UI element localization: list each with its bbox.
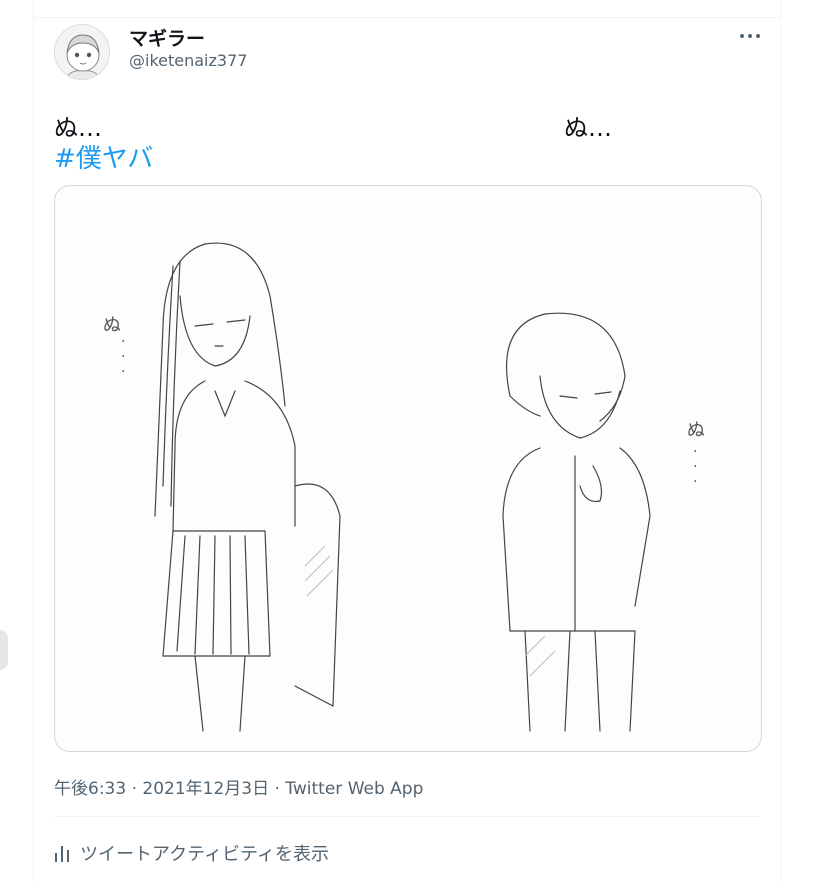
view-activity-label: ツイートアクティビティを表示 xyxy=(80,844,329,865)
divider xyxy=(54,816,760,817)
sketch-illustration: ぬ · · · ぬ · · · xyxy=(103,242,705,732)
avatar-sketch xyxy=(65,34,101,79)
svg-text:·: · xyxy=(693,459,697,475)
tweet-card: マギラー @iketenaiz377 ぬ… ぬ… #僕ヤバ ぬ · · · ぬ … xyxy=(33,0,781,882)
sketch-text-left: ぬ xyxy=(103,315,121,336)
more-horizontal-icon[interactable] xyxy=(738,26,762,46)
svg-text:·: · xyxy=(693,474,697,490)
bar-chart-icon xyxy=(55,846,69,862)
tweet-image[interactable]: ぬ · · · ぬ · · · xyxy=(54,185,762,752)
sketch-text-right: ぬ xyxy=(687,420,705,441)
svg-text:·: · xyxy=(121,334,125,350)
svg-text:·: · xyxy=(121,364,125,380)
view-activity-link[interactable]: ツイートアクティビティを表示 xyxy=(54,840,329,866)
tweet-text-right: ぬ… xyxy=(564,114,612,142)
display-name[interactable]: マギラー xyxy=(129,24,205,51)
hashtag-link[interactable]: #僕ヤバ xyxy=(54,138,153,175)
svg-text:·: · xyxy=(693,444,697,460)
svg-text:·: · xyxy=(121,349,125,365)
edge-artifact xyxy=(0,630,8,670)
tweet-timestamp[interactable]: 午後6:33 · 2021年12月3日 · Twitter Web App xyxy=(54,774,423,799)
divider-top xyxy=(34,17,780,18)
avatar[interactable] xyxy=(54,24,110,80)
user-handle[interactable]: @iketenaiz377 xyxy=(129,51,247,70)
